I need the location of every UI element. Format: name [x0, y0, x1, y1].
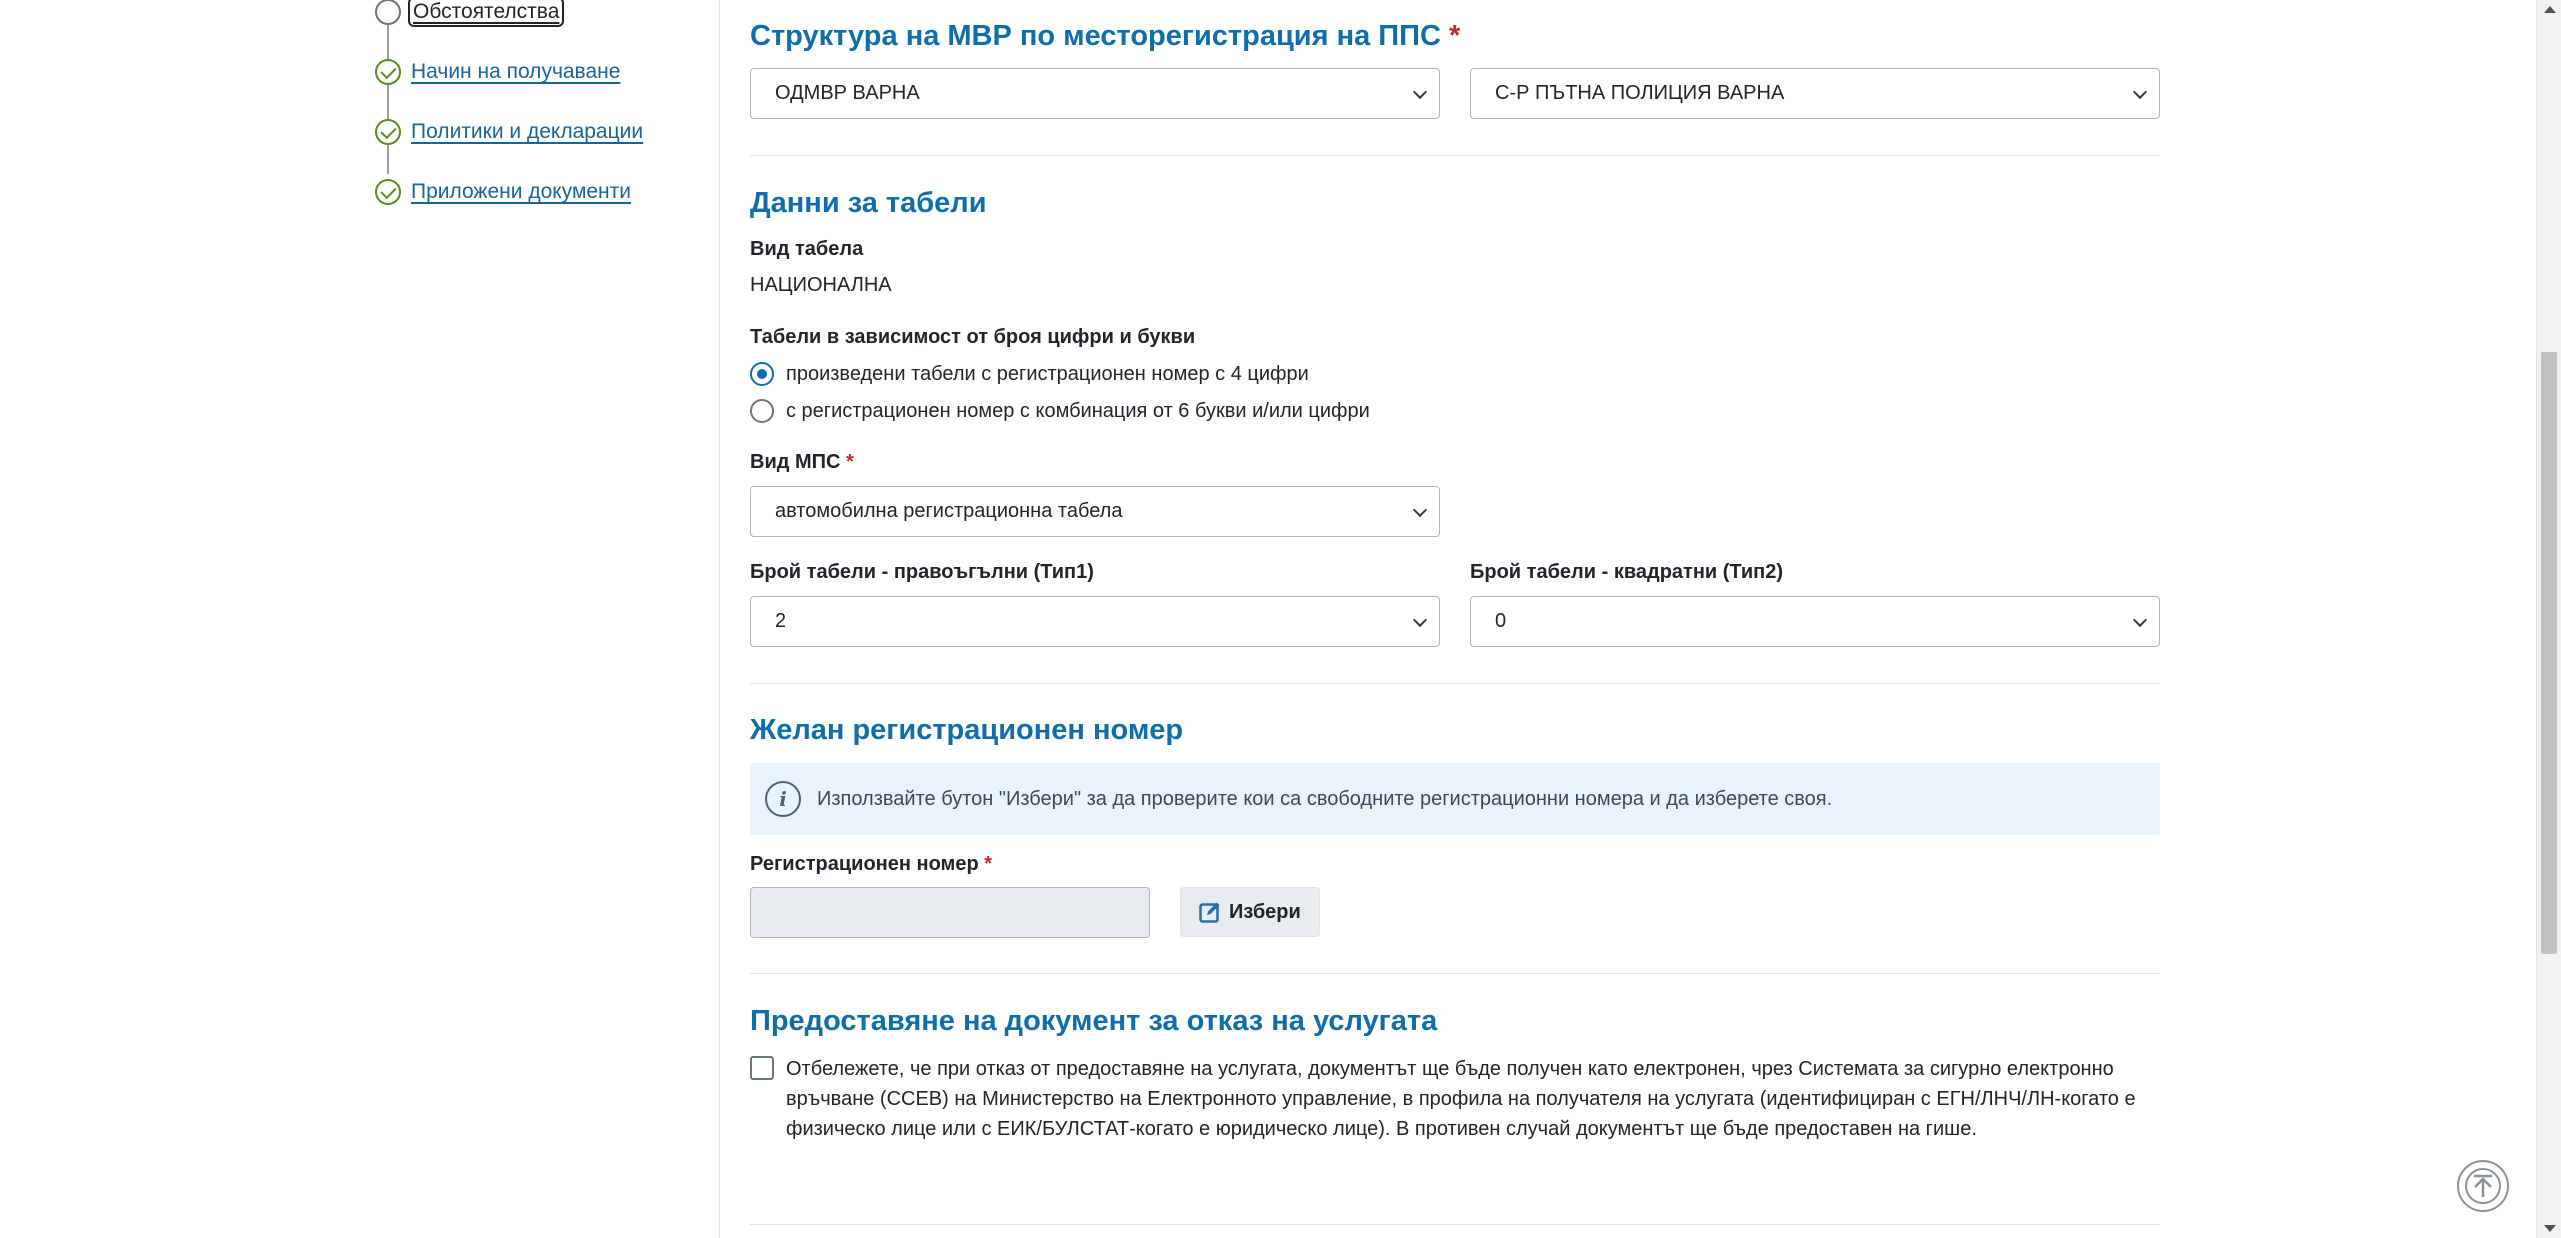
plate-type-label: Вид табела — [750, 238, 864, 260]
check-circle-icon — [375, 119, 401, 145]
scroll-up-arrow-icon[interactable] — [2544, 6, 2556, 13]
vehicle-type-label: Вид МПС * — [750, 451, 854, 474]
chevron-down-icon — [1412, 612, 1428, 628]
refusal-section-title: Предоставяне на документ за отказ на усл… — [750, 1005, 1438, 1037]
select-value: 2 — [775, 610, 787, 632]
chevron-down-icon — [2132, 84, 2148, 100]
info-alert: i Използвайте бутон "Избери" за да прове… — [750, 763, 2160, 835]
step-pending-icon — [375, 0, 401, 25]
desired-number-section-title: Желан регистрационен номер — [750, 714, 1184, 746]
chevron-down-icon — [1412, 84, 1428, 100]
scroll-down-arrow-icon[interactable] — [2544, 1225, 2556, 1232]
step-label[interactable]: Политики и декларации — [411, 120, 643, 144]
select-value: автомобилна регистрационна табела — [775, 500, 1123, 522]
refusal-consent-checkbox[interactable] — [750, 1056, 774, 1080]
check-circle-icon — [375, 179, 401, 205]
step-label[interactable]: Начин на получаване — [411, 60, 620, 84]
reg-number-label: Регистрационен номер * — [750, 853, 992, 876]
step-policies[interactable]: Политики и декларации — [375, 117, 643, 147]
plates-by-digits-label: Табели в зависимост от броя цифри и букв… — [750, 326, 1196, 348]
radio-option-4-digits[interactable]: произведени табели с регистрационен номе… — [750, 362, 1309, 386]
button-label: Избери — [1229, 900, 1301, 923]
plates-section-title: Данни за табели — [750, 187, 987, 219]
step-attached-documents[interactable]: Приложени документи — [375, 177, 631, 207]
chevron-down-icon — [2132, 612, 2148, 628]
radio-option-6-chars[interactable]: с регистрационен номер с комбинация от 6… — [750, 399, 1370, 423]
back-to-top-button[interactable] — [2457, 1160, 2509, 1212]
step-circumstances[interactable]: Обстоятелства — [375, 0, 565, 27]
info-icon: i — [765, 781, 801, 817]
chevron-down-icon — [1412, 502, 1428, 518]
section-divider — [750, 973, 2160, 974]
check-circle-icon — [375, 59, 401, 85]
step-label[interactable]: Приложени документи — [411, 180, 631, 204]
refusal-consent-text: Отбележете, че при отказ от предоставяне… — [786, 1058, 2136, 1140]
directorate-select[interactable]: ОДМВР ВАРНА — [750, 68, 1440, 119]
arrow-up-circle-icon — [2465, 1168, 2501, 1204]
required-mark: * — [846, 451, 854, 473]
vehicle-type-select[interactable]: автомобилна регистрационна табела — [750, 486, 1440, 537]
rect-plates-count-select[interactable]: 2 — [750, 596, 1440, 647]
structure-section-title: Структура на МВР по месторегистрация на … — [750, 20, 1460, 53]
section-divider — [750, 683, 2160, 684]
edit-square-icon — [1199, 902, 1220, 923]
radio-button[interactable] — [750, 399, 774, 423]
label-text: Регистрационен номер — [750, 853, 979, 875]
scrollbar-thumb[interactable] — [2541, 352, 2557, 954]
label-text: Вид МПС — [750, 451, 841, 473]
sector-select[interactable]: С-Р ПЪТНА ПОЛИЦИЯ ВАРНА — [1470, 68, 2160, 119]
section-divider — [750, 155, 2160, 156]
info-text: Използвайте бутон "Избери" за да провери… — [817, 787, 1833, 810]
plate-type-value: НАЦИОНАЛНА — [750, 274, 892, 296]
step-label[interactable]: Обстоятелства — [407, 0, 565, 27]
required-mark: * — [984, 853, 993, 875]
select-value: С-Р ПЪТНА ПОЛИЦИЯ ВАРНА — [1495, 82, 1785, 104]
radio-button-selected[interactable] — [750, 362, 774, 386]
step-connector-line — [387, 24, 389, 174]
column-divider — [719, 0, 720, 1238]
rect-plates-count-label: Брой табели - правоъгълни (Тип1) — [750, 561, 1094, 583]
section-divider — [750, 1224, 2160, 1225]
step-delivery-method[interactable]: Начин на получаване — [375, 57, 620, 87]
reg-number-input[interactable] — [750, 887, 1150, 938]
square-plates-count-select[interactable]: 0 — [1470, 596, 2160, 647]
page-scrollbar[interactable] — [2536, 0, 2561, 1238]
radio-label: с регистрационен номер с комбинация от 6… — [786, 399, 1370, 422]
section-title-text: Структура на МВР по месторегистрация на … — [750, 20, 1441, 52]
select-value: 0 — [1495, 610, 1507, 632]
select-value: ОДМВР ВАРНА — [775, 82, 920, 104]
square-plates-count-label: Брой табели - квадратни (Тип2) — [1470, 561, 1784, 583]
refusal-consent-row: Отбележете, че при отказ от предоставяне… — [750, 1054, 2160, 1144]
radio-label: произведени табели с регистрационен номе… — [786, 362, 1309, 385]
choose-number-button[interactable]: Избери — [1180, 887, 1320, 937]
required-mark: * — [1449, 20, 1461, 52]
